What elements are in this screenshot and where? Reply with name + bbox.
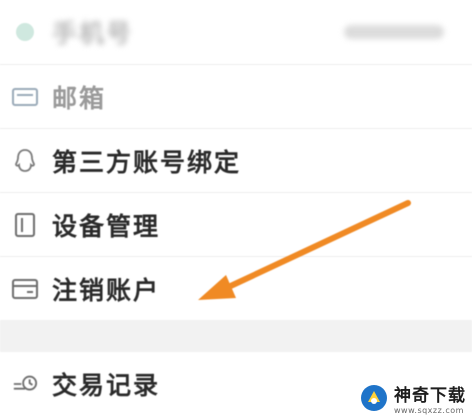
watermark-url: www.sqxzz.com	[394, 406, 464, 415]
settings-screen: 手机号 邮箱 第三方账号绑定 设备管理 注销账户 交易记录	[0, 0, 472, 419]
annotation-arrow	[198, 200, 411, 300]
watermark-title: 神奇下载	[394, 386, 466, 406]
watermark: 神奇下载 www.sqxzz.com	[360, 381, 466, 415]
watermark-logo-icon	[361, 385, 387, 411]
